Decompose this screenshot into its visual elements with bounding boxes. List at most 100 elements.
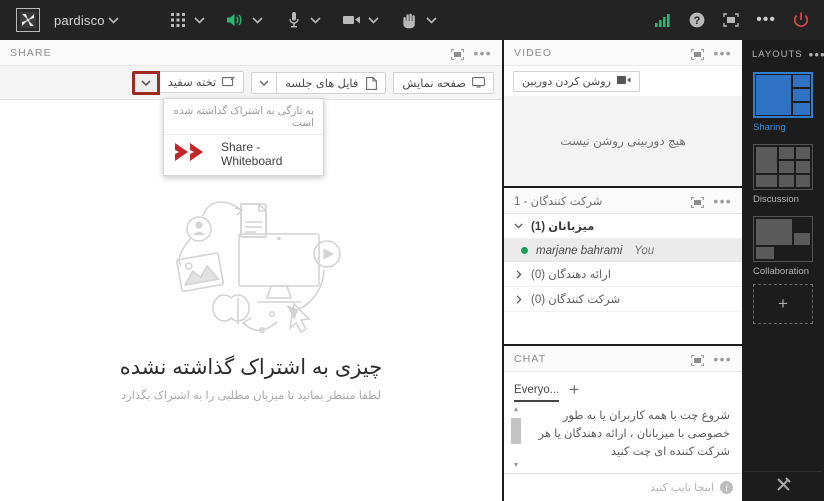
chat-pod-menu-dots-icon[interactable]: ••• — [713, 352, 732, 366]
speaker-chevron-down-icon[interactable] — [249, 11, 267, 29]
chat-pod: CHAT ••• Everyo... + ▲ ▼ شروع چت با همه … — [504, 346, 742, 501]
recently-shared-header: به تازگی به اشتراک گذاشته شده است — [164, 99, 323, 135]
participant-you-label: You — [634, 244, 655, 257]
raise-hand-group — [397, 0, 441, 40]
speaker-on-icon[interactable] — [223, 7, 249, 33]
participants-pod-menu-dots-icon[interactable]: ••• — [713, 194, 732, 208]
raise-hand-icon[interactable] — [397, 7, 423, 33]
recently-shared-item-whiteboard[interactable]: Share - Whiteboard — [164, 135, 323, 175]
chat-pod-title: CHAT — [514, 352, 547, 365]
video-pod-toolbar: روشن کردن دوربین — [504, 66, 742, 96]
share-pod-maximize-icon[interactable] — [451, 47, 465, 60]
share-whiteboard-button[interactable]: تخته سفید — [159, 70, 245, 93]
double-chevron-red-icon — [173, 141, 213, 168]
share-pod: SHARE ••• صفحه نمایش فایل های جلسه تخته … — [0, 40, 504, 501]
right-pods-column: VIDEO ••• روشن کردن دوربین هیچ دوربینی ر… — [504, 40, 744, 501]
layouts-rail: LAYOUTS ••• Sharing — [744, 40, 824, 501]
scroll-up-arrow-icon[interactable]: ▲ — [513, 406, 520, 413]
recently-shared-dropdown: به تازگی به اشتراک گذاشته شده است Share … — [163, 98, 324, 176]
scroll-down-arrow-icon[interactable]: ▼ — [513, 462, 520, 469]
participants-group-participants[interactable]: شرکت کنندگان (0) — [504, 287, 742, 312]
chat-input-row[interactable]: i اینجا تایپ کنید — [504, 473, 742, 501]
chat-scrollbar[interactable]: ▲ ▼ — [510, 406, 522, 469]
share-screen-button[interactable]: صفحه نمایش — [393, 71, 494, 94]
layout-label-collaboration: Collaboration — [753, 266, 809, 277]
layout-label-discussion: Discussion — [753, 194, 799, 205]
tools-hammer-icon[interactable] — [775, 476, 792, 498]
share-whiteboard-label: تخته سفید — [167, 76, 217, 89]
power-end-meeting-icon[interactable] — [788, 7, 814, 33]
share-whiteboard-chevron-down-icon[interactable] — [131, 70, 160, 95]
camera-chevron-down-icon[interactable] — [365, 11, 383, 29]
chevron-right-icon[interactable] — [513, 294, 524, 305]
info-circle-icon: i — [720, 481, 733, 494]
share-documents-chevron-down-icon[interactable] — [251, 71, 278, 94]
participant-row-host[interactable]: marjane bahrami You — [504, 239, 742, 262]
participants-group-hosts[interactable]: میزبانان (1) — [504, 214, 742, 239]
adobe-connect-window: pardisco ? ••• SHARE ••• صفحه نمایش فایل… — [0, 0, 824, 501]
layout-item-discussion[interactable]: Discussion — [744, 140, 822, 205]
video-pod-header: VIDEO ••• — [504, 40, 742, 66]
layout-thumb-sharing — [753, 72, 813, 118]
chat-pod-header: CHAT ••• — [504, 346, 742, 372]
chat-tabs: Everyo... + — [504, 372, 742, 402]
microphone-chevron-down-icon[interactable] — [307, 11, 325, 29]
share-empty-subtitle: لطفا منتظر بمانید تا میزبان مطلبی را به … — [121, 389, 381, 402]
video-pod-menu-dots-icon[interactable]: ••• — [713, 46, 732, 60]
chat-scrollbar-thumb[interactable] — [511, 418, 521, 444]
chat-add-tab-plus-icon[interactable]: + — [569, 381, 579, 402]
participants-pod-header: شرکت کنندگان - 1 ••• — [504, 188, 742, 214]
share-pod-title: SHARE — [10, 46, 52, 59]
share-whiteboard-split-button: تخته سفید — [131, 70, 245, 95]
layout-thumb-discussion — [753, 144, 813, 190]
participants-list: میزبانان (1) marjane bahrami You ارائه د… — [504, 214, 742, 344]
apps-grid-chevron-down-icon[interactable] — [191, 11, 209, 29]
video-pod: VIDEO ••• روشن کردن دوربین هیچ دوربینی ر… — [504, 40, 742, 186]
share-documents-label: فایل های جلسه — [285, 77, 359, 90]
more-options-icon[interactable]: ••• — [752, 12, 780, 28]
share-documents-button[interactable]: فایل های جلسه — [277, 71, 387, 94]
participants-pod-title: شرکت کنندگان - 1 — [514, 195, 603, 208]
chat-tab-everyone[interactable]: Everyo... — [514, 384, 560, 402]
microphone-icon[interactable] — [281, 7, 307, 33]
layout-item-collaboration[interactable]: Collaboration — [744, 212, 822, 277]
chat-pod-maximize-icon[interactable] — [691, 353, 705, 366]
participants-group-hosts-label: میزبانان (1) — [531, 221, 595, 233]
participant-name: marjane bahrami — [536, 244, 623, 257]
chevron-right-icon[interactable] — [513, 269, 524, 280]
participants-group-presenters[interactable]: ارائه دهندگان (0) — [504, 262, 742, 287]
chevron-down-icon[interactable] — [513, 221, 524, 232]
layout-item-sharing[interactable]: Sharing — [744, 68, 822, 133]
layouts-header: LAYOUTS ••• — [744, 40, 824, 64]
participants-pod-maximize-icon[interactable] — [691, 195, 705, 208]
video-pod-maximize-icon[interactable] — [691, 47, 705, 60]
plus-icon: + — [778, 294, 788, 313]
layout-thumb-collaboration — [753, 216, 813, 262]
start-camera-button[interactable]: روشن کردن دوربین — [513, 70, 640, 92]
video-pod-title: VIDEO — [514, 46, 553, 59]
room-name: pardisco — [54, 12, 105, 28]
chat-input-placeholder: اینجا تایپ کنید — [650, 482, 714, 494]
room-chevron-down-icon[interactable] — [105, 11, 123, 29]
help-question-icon[interactable]: ? — [684, 7, 710, 33]
fullscreen-icon[interactable] — [718, 7, 744, 33]
online-dot-icon — [521, 247, 528, 254]
adobe-connect-logo-icon — [16, 8, 40, 32]
raise-hand-chevron-down-icon[interactable] — [423, 11, 441, 29]
share-pod-menu-dots-icon[interactable]: ••• — [473, 46, 492, 60]
share-empty-illustration-icon — [176, 200, 341, 333]
share-pod-header: SHARE ••• — [0, 40, 502, 66]
apps-grid-icon[interactable] — [165, 7, 191, 33]
main-area: SHARE ••• صفحه نمایش فایل های جلسه تخته … — [0, 40, 824, 501]
layouts-list: Sharing Discussion Collaboration + — [744, 64, 822, 471]
add-layout-button[interactable]: + — [753, 284, 813, 324]
connection-signal-icon[interactable] — [650, 7, 676, 33]
video-camera-icon[interactable] — [339, 7, 365, 33]
layouts-menu-dots-icon[interactable]: ••• — [809, 48, 824, 61]
top-toolbar: pardisco ? ••• — [0, 0, 824, 40]
svg-text:?: ? — [694, 15, 701, 27]
participants-group-presenters-label: ارائه دهندگان (0) — [531, 269, 611, 281]
chat-welcome-message: شروع چت با همه کاربران یا به طور خصوصی ب… — [538, 410, 730, 458]
speaker-group — [223, 0, 267, 40]
microphone-group — [281, 0, 325, 40]
